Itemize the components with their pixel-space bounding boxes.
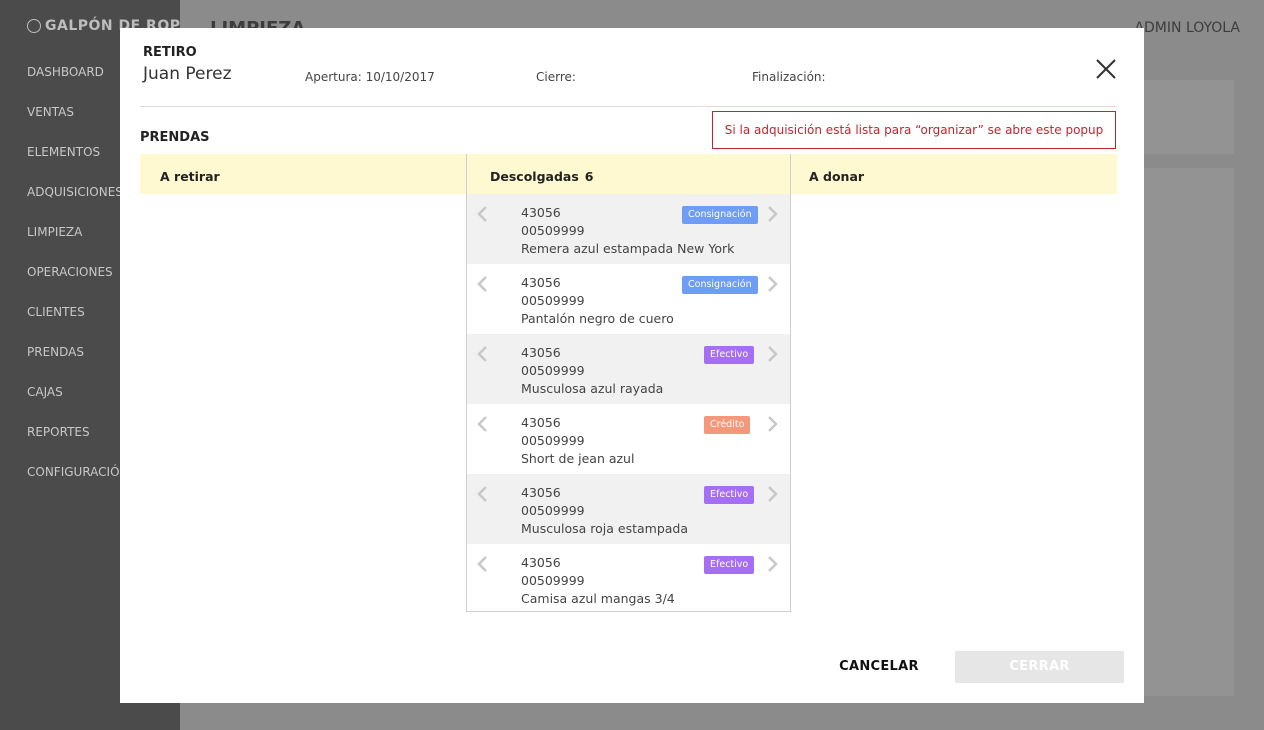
item-code: 00509999 [521, 573, 585, 588]
sidebar-item-dashboard[interactable]: DASHBOARD [27, 62, 129, 102]
item-description: Camisa azul mangas 3/4 [521, 591, 675, 606]
sidebar-nav: DASHBOARD VENTAS ELEMENTOS ADQUISICIONES… [27, 62, 129, 502]
sidebar-item-cajas[interactable]: CAJAS [27, 382, 129, 422]
chevron-right-icon[interactable] [766, 555, 780, 573]
column-title: A donar [809, 169, 865, 184]
retiro-modal: RETIRO Juan Perez Apertura: 10/10/2017 C… [120, 28, 1144, 703]
item-description: Musculosa azul rayada [521, 381, 664, 396]
item-id: 43056 [521, 275, 561, 290]
user-menu[interactable]: ADMIN LOYOLA [1134, 20, 1240, 36]
item-code: 00509999 [521, 293, 585, 308]
chevron-left-icon[interactable] [475, 205, 489, 223]
payment-badge: Efectivo [704, 556, 755, 574]
column-title: A retirar [160, 169, 220, 184]
header-divider [140, 106, 1117, 107]
brand-icon [27, 19, 41, 33]
item-id: 43056 [521, 205, 561, 220]
payment-badge: Consignación [682, 276, 758, 294]
sidebar-item-clientes[interactable]: CLIENTES [27, 302, 129, 342]
sidebar-item-prendas[interactable]: PRENDAS [27, 342, 129, 382]
annotation-note: Si la adquisición está lista para “organ… [712, 111, 1116, 149]
item-code: 00509999 [521, 503, 585, 518]
payment-badge: Crédito [704, 416, 751, 434]
list-item: 43056 00509999 Pantalón negro de cuero C… [467, 264, 790, 334]
chevron-left-icon[interactable] [475, 345, 489, 363]
list-item: 43056 00509999 Musculosa roja estampada … [467, 474, 790, 544]
close-button[interactable]: CERRAR [955, 651, 1124, 683]
finalizacion-date: Finalización: [752, 70, 826, 84]
chevron-left-icon[interactable] [475, 485, 489, 503]
chevron-right-icon[interactable] [766, 345, 780, 363]
item-code: 00509999 [521, 363, 585, 378]
payment-badge: Consignación [682, 206, 758, 224]
chevron-left-icon[interactable] [475, 555, 489, 573]
bg-panel [1144, 80, 1234, 154]
item-id: 43056 [521, 345, 561, 360]
apertura-date: Apertura: 10/10/2017 [305, 70, 435, 84]
list-item: 43056 00509999 Musculosa azul rayada Efe… [467, 334, 790, 404]
cierre-date: Cierre: [536, 70, 576, 84]
item-id: 43056 [521, 555, 561, 570]
modal-type: RETIRO [143, 45, 197, 60]
item-id: 43056 [521, 485, 561, 500]
sidebar-item-configuracion[interactable]: CONFIGURACIÓN [27, 462, 129, 502]
section-title: PRENDAS [140, 130, 210, 145]
payment-badge: Efectivo [704, 346, 755, 364]
list-item: 43056 00509999 Remera azul estampada New… [467, 194, 790, 264]
chevron-right-icon[interactable] [766, 205, 780, 223]
item-description: Pantalón negro de cuero [521, 311, 674, 326]
item-description: Remera azul estampada New York [521, 241, 735, 256]
chevron-right-icon[interactable] [766, 275, 780, 293]
item-description: Musculosa roja estampada [521, 521, 689, 536]
list-item: 43056 00509999 Short de jean azul Crédit… [467, 404, 790, 474]
sidebar-item-reportes[interactable]: REPORTES [27, 422, 129, 462]
list-item: 43056 00509999 Camisa azul mangas 3/4 Ef… [467, 544, 790, 611]
bg-panel [1144, 168, 1234, 696]
close-icon[interactable] [1095, 58, 1117, 80]
chevron-right-icon[interactable] [766, 415, 780, 433]
chevron-left-icon[interactable] [475, 275, 489, 293]
cancel-button[interactable]: CANCELAR [820, 651, 938, 683]
payment-badge: Efectivo [704, 486, 755, 504]
item-code: 00509999 [521, 223, 585, 238]
sidebar-item-limpieza[interactable]: LIMPIEZA [27, 222, 129, 262]
column-header-a-retirar: A retirar [140, 154, 466, 194]
item-id: 43056 [521, 415, 561, 430]
item-code: 00509999 [521, 433, 585, 448]
sidebar-item-elementos[interactable]: ELEMENTOS [27, 142, 129, 182]
chevron-left-icon[interactable] [475, 415, 489, 433]
item-description: Short de jean azul [521, 451, 635, 466]
client-name: Juan Perez [143, 64, 232, 84]
chevron-right-icon[interactable] [766, 485, 780, 503]
sidebar-item-operaciones[interactable]: OPERACIONES [27, 262, 129, 302]
sidebar-item-ventas[interactable]: VENTAS [27, 102, 129, 142]
column-header-a-donar: A donar [791, 154, 1117, 194]
sidebar-item-adquisiciones[interactable]: ADQUISICIONES [27, 182, 129, 222]
